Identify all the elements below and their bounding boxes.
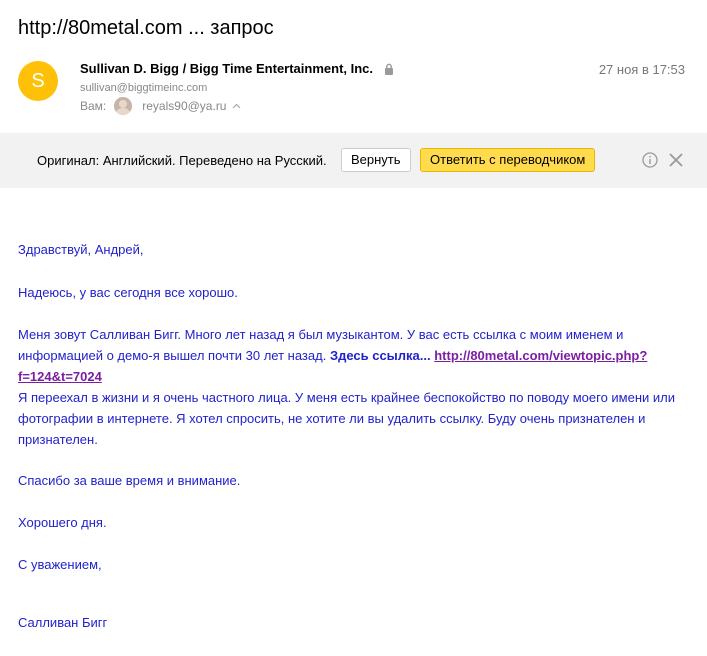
email-date: 27 ноя в 17:53 [598,62,685,77]
recipient-email[interactable]: reyals90@ya.ru [142,99,226,113]
translate-bar: Оригинал: Английский. Переведено на Русс… [0,133,707,188]
sender-name[interactable]: Sullivan D. Bigg / Bigg Time Entertainme… [80,61,373,76]
recipient-row: Вам: reyals90@ya.ru [80,97,241,115]
email-subject: http://80metal.com ... запрос [18,17,274,39]
body-paragraph: Спасибо за ваше время и внимание. [18,473,241,488]
link-intro-bold: Здесь ссылка... [329,348,435,363]
body-paragraph: Надеюсь, у вас сегодня все хорошо. [18,285,238,300]
sender-email[interactable]: sullivan@biggtimeinc.com [80,82,207,94]
body-paragraph: Хорошего дня. [18,515,107,530]
info-icon[interactable] [642,152,658,168]
body-paragraph: Я переехал в жизни и я очень частного ли… [18,390,676,447]
chevron-up-icon[interactable] [232,103,241,109]
translate-status-text: Оригинал: Английский. Переведено на Русс… [37,153,327,168]
recipient-avatar [114,97,133,115]
body-paragraph: Меня зовут Салливан Бигг. Много лет наза… [18,324,678,387]
revert-button[interactable]: Вернуть [341,148,411,172]
close-icon[interactable] [668,152,684,168]
body-greeting: Здравствуй, Андрей, [18,242,144,257]
recipient-label: Вам: [80,99,107,113]
avatar-letter: S [31,69,45,92]
body-closing: С уважением, [18,557,102,572]
lock-icon [385,63,393,75]
reply-with-translator-button[interactable]: Ответить с переводчиком [420,148,596,172]
body-signature: Салливан Бигг [18,615,108,630]
sender-avatar[interactable]: S [18,61,58,101]
